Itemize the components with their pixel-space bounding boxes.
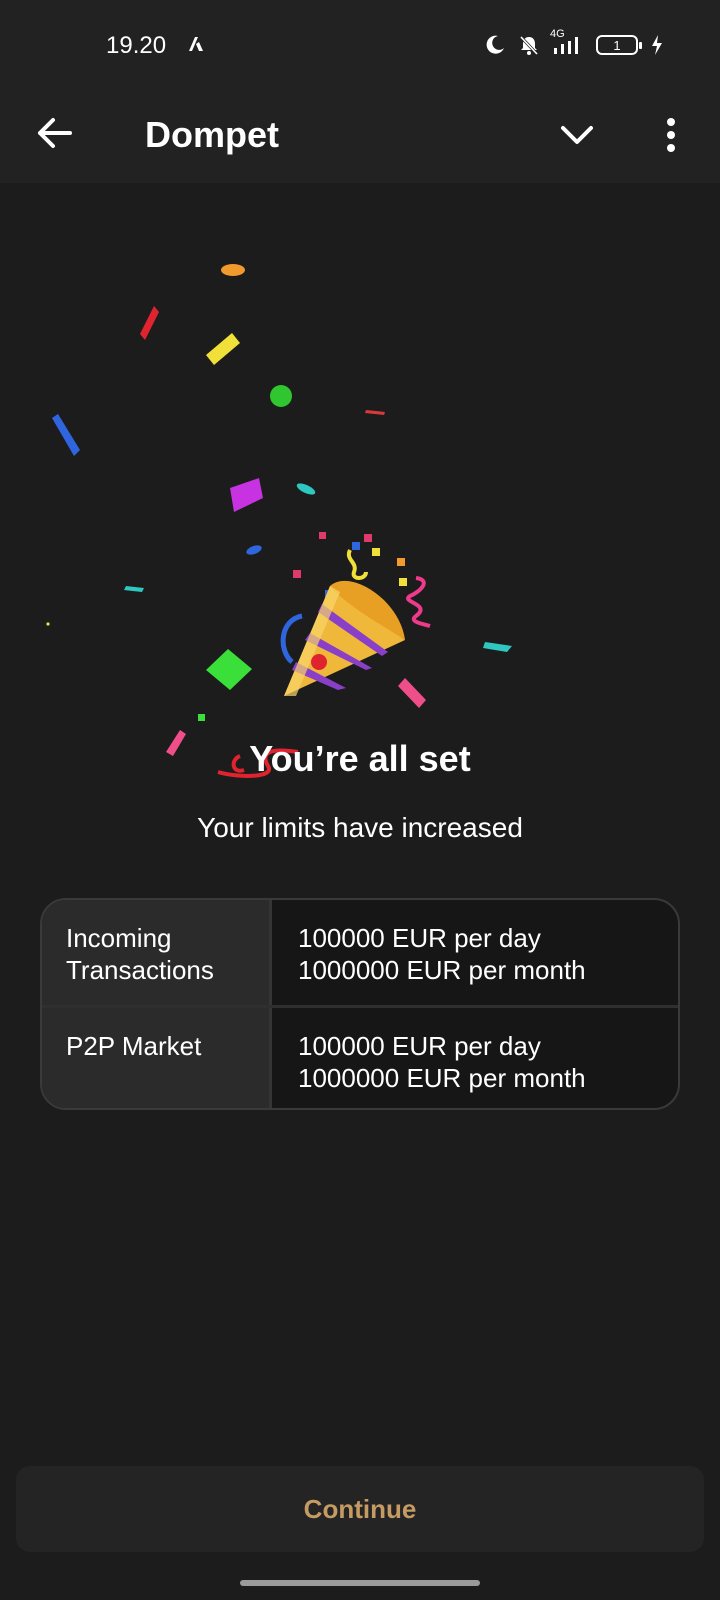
signal-icon: 4G: [550, 28, 584, 56]
confetti-piece: [124, 586, 144, 592]
limit-category-line: Incoming: [66, 923, 172, 953]
status-time: 19.20: [106, 32, 167, 59]
confetti-piece: [352, 542, 360, 550]
confetti-piece: [230, 478, 263, 512]
network-type-label: 4G: [550, 28, 565, 40]
streamer: [346, 549, 368, 580]
confetti-piece: [364, 534, 372, 542]
confetti-piece: [365, 410, 385, 415]
confetti-piece: [372, 548, 380, 556]
confetti-piece: [319, 532, 326, 539]
streamer: [406, 576, 431, 628]
arrow-left-icon: [38, 118, 72, 148]
status-bar: 19.20 4G 1: [0, 0, 720, 90]
page-title: Dompet: [145, 114, 279, 155]
daily-limit: 100000 EUR per day: [298, 923, 541, 953]
monthly-limit: 1000000 EUR per month: [298, 955, 586, 985]
back-button[interactable]: [30, 108, 80, 158]
confetti-piece: [397, 558, 405, 566]
limit-value: 100000 EUR per day 1000000 EUR per month: [272, 900, 678, 1005]
party-popper-icon: [46, 264, 512, 778]
monthly-limit: 1000000 EUR per month: [298, 1063, 586, 1093]
continue-button[interactable]: Continue: [16, 1466, 704, 1552]
moon-icon: [486, 35, 504, 54]
confetti-piece: [399, 578, 407, 586]
table-row: Incoming Transactions 100000 EUR per day…: [42, 900, 678, 1005]
confetti-piece: [140, 306, 159, 340]
limit-category-line: Transactions: [66, 955, 214, 985]
success-title: You’re all set: [249, 738, 471, 779]
charging-icon: [652, 35, 662, 55]
bell-muted-icon: [519, 35, 539, 56]
confetti-piece: [221, 264, 245, 276]
confetti-piece: [398, 678, 426, 708]
limit-category-line: P2P Market: [66, 1031, 202, 1061]
confetti-piece: [270, 385, 292, 407]
daily-limit: 100000 EUR per day: [298, 1031, 541, 1061]
confetti-piece: [296, 483, 316, 495]
popper-cone: [284, 580, 405, 696]
confetti-piece: [52, 414, 80, 456]
more-vertical-icon: [667, 118, 675, 152]
battery-level: 1: [613, 37, 621, 53]
status-icons: 4G 1: [484, 28, 664, 60]
limits-table: Incoming Transactions 100000 EUR per day…: [40, 898, 680, 1110]
limit-category-label: Incoming Transactions: [42, 900, 272, 1005]
battery-icon: 1: [596, 35, 642, 55]
success-subtitle: Your limits have increased: [197, 812, 523, 843]
confetti-piece: [206, 333, 240, 365]
streamer: [280, 613, 303, 664]
confetti-piece: [483, 642, 512, 652]
limit-value: 100000 EUR per day 1000000 EUR per month: [272, 1008, 678, 1108]
confetti-piece: [293, 570, 301, 578]
confetti-piece: [46, 622, 50, 626]
home-indicator[interactable]: [240, 1580, 480, 1586]
limit-category-label: P2P Market: [42, 1008, 272, 1108]
account-dropdown-button[interactable]: [550, 108, 604, 162]
more-options-button[interactable]: [646, 108, 696, 162]
app-bar: Dompet: [0, 90, 720, 183]
app-notification-icon: [189, 37, 203, 51]
confetti-piece: [206, 649, 252, 690]
confetti-piece: [198, 714, 205, 721]
chevron-down-icon: [561, 126, 593, 144]
confetti-piece: [246, 545, 262, 555]
table-row: P2P Market 100000 EUR per day 1000000 EU…: [42, 1005, 678, 1108]
